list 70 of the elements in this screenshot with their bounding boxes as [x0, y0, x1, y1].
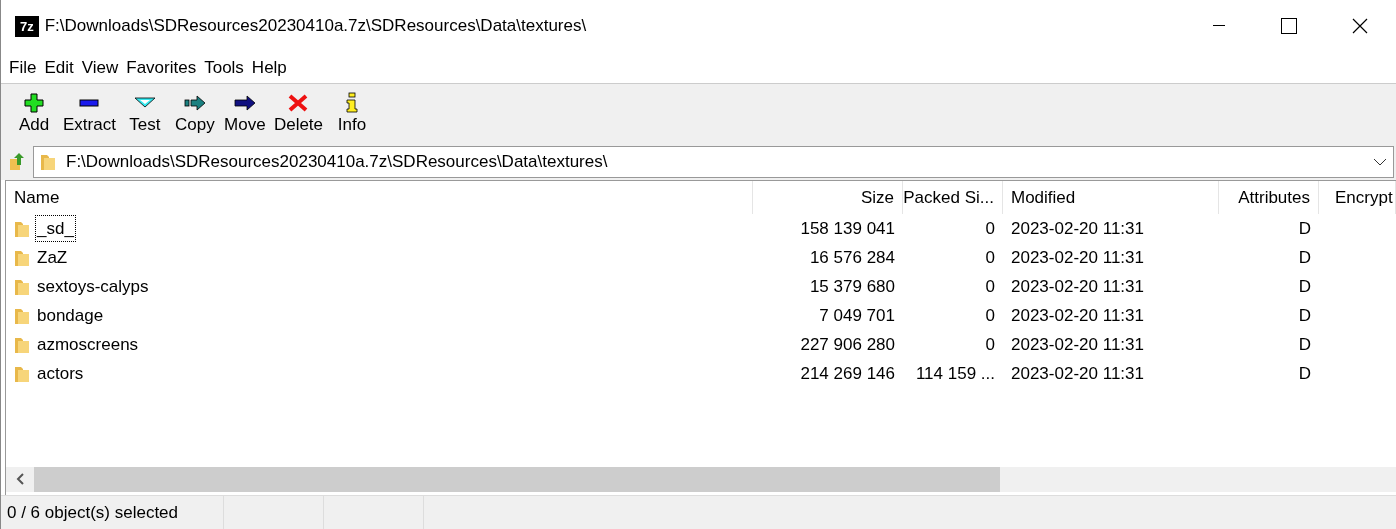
- table-cell[interactable]: actors: [36, 360, 85, 387]
- table-cell: 114 159 ...: [915, 363, 995, 383]
- toolbar-button[interactable]: Delete: [269, 92, 328, 136]
- table-cell: 227 906 280: [800, 334, 895, 354]
- table-cell: 0: [985, 334, 995, 354]
- status-text: 0 / 6 object(s) selected: [1, 496, 224, 529]
- toolbar-button[interactable]: Move: [219, 92, 270, 136]
- table-cell: 0: [985, 218, 995, 238]
- table-cell: 2023-02-20 11:31: [1011, 218, 1144, 238]
- table-cell[interactable]: _sd_: [36, 215, 75, 242]
- menu-item[interactable]: Favorites: [122, 54, 201, 81]
- address-field[interactable]: F:\Downloads\SDResources20230410a.7z\SDResources\Data\textures\: [33, 146, 1394, 178]
- folder-icon: [14, 306, 30, 325]
- table-cell: D: [1298, 247, 1311, 267]
- table-cell: 214 269 146: [800, 363, 895, 383]
- toolbar-button[interactable]: Test: [119, 92, 170, 136]
- column-header[interactable]: Name: [6, 181, 753, 214]
- table-cell: 2023-02-20 11:31: [1011, 363, 1144, 383]
- maximize-icon: [1281, 18, 1297, 34]
- folder-icon: [14, 335, 30, 354]
- horizontal-scrollbar[interactable]: [6, 467, 1396, 492]
- scrollbar-thumb[interactable]: [34, 467, 1000, 492]
- menu-item[interactable]: View: [77, 54, 123, 81]
- toolbar-button[interactable]: Copy: [169, 92, 220, 136]
- table-cell: 2023-02-20 11:31: [1011, 305, 1144, 325]
- table-cell[interactable]: sextoys-calyps: [36, 273, 150, 300]
- minimize-icon: [1213, 25, 1225, 27]
- table-cell: 0: [985, 247, 995, 267]
- column-header[interactable]: Modified: [1003, 181, 1219, 214]
- table-cell: 0: [985, 276, 995, 296]
- column-header[interactable]: Encrypt: [1319, 181, 1396, 214]
- table-cell[interactable]: bondage: [36, 302, 105, 329]
- table-cell: D: [1298, 218, 1311, 238]
- table-cell: D: [1298, 305, 1311, 325]
- menu-item[interactable]: Tools: [200, 54, 248, 81]
- table-cell: 16 576 284: [809, 247, 895, 267]
- menu-item[interactable]: Help: [247, 54, 291, 81]
- table-cell[interactable]: ZaZ: [36, 244, 69, 271]
- window-title: F:\Downloads\SDResources20230410a.7z\SDResources\Data\textures\: [44, 15, 587, 38]
- plus-icon: [22, 92, 46, 114]
- app-logo: 7z: [15, 15, 39, 37]
- table-cell: D: [1298, 363, 1311, 383]
- table-cell: 15 379 680: [809, 276, 895, 296]
- toolbar-button[interactable]: Add: [9, 92, 59, 136]
- table-cell: 2023-02-20 11:31: [1011, 247, 1144, 267]
- table-cell: D: [1298, 334, 1311, 354]
- table-cell: 7 049 701: [819, 305, 895, 325]
- arrow-icon: [182, 92, 207, 114]
- up-folder-icon[interactable]: [9, 153, 27, 171]
- column-header[interactable]: Packed Si...: [903, 181, 1003, 214]
- folder-icon: [14, 219, 30, 238]
- table-cell[interactable]: azmoscreens: [36, 331, 140, 358]
- folder-icon: [14, 364, 30, 383]
- column-header[interactable]: Size: [753, 181, 903, 214]
- table-cell: 0: [985, 305, 995, 325]
- table-cell: D: [1298, 276, 1311, 296]
- toolbar-button[interactable]: Extract: [59, 92, 120, 136]
- dropdown-icon[interactable]: [1373, 157, 1387, 167]
- table-cell: 158 139 041: [800, 218, 895, 238]
- table-cell: 2023-02-20 11:31: [1011, 276, 1144, 296]
- table-cell: 2023-02-20 11:31: [1011, 334, 1144, 354]
- folder-icon: [40, 153, 56, 171]
- folder-icon: [14, 248, 30, 267]
- menu-item[interactable]: Edit: [40, 54, 78, 81]
- close-icon: [1352, 18, 1368, 34]
- column-header[interactable]: Attributes: [1219, 181, 1319, 214]
- toolbar-button[interactable]: Info: [327, 92, 378, 136]
- arrow-icon: [232, 92, 257, 114]
- folder-icon: [14, 277, 30, 296]
- menu-item[interactable]: File: [5, 54, 41, 81]
